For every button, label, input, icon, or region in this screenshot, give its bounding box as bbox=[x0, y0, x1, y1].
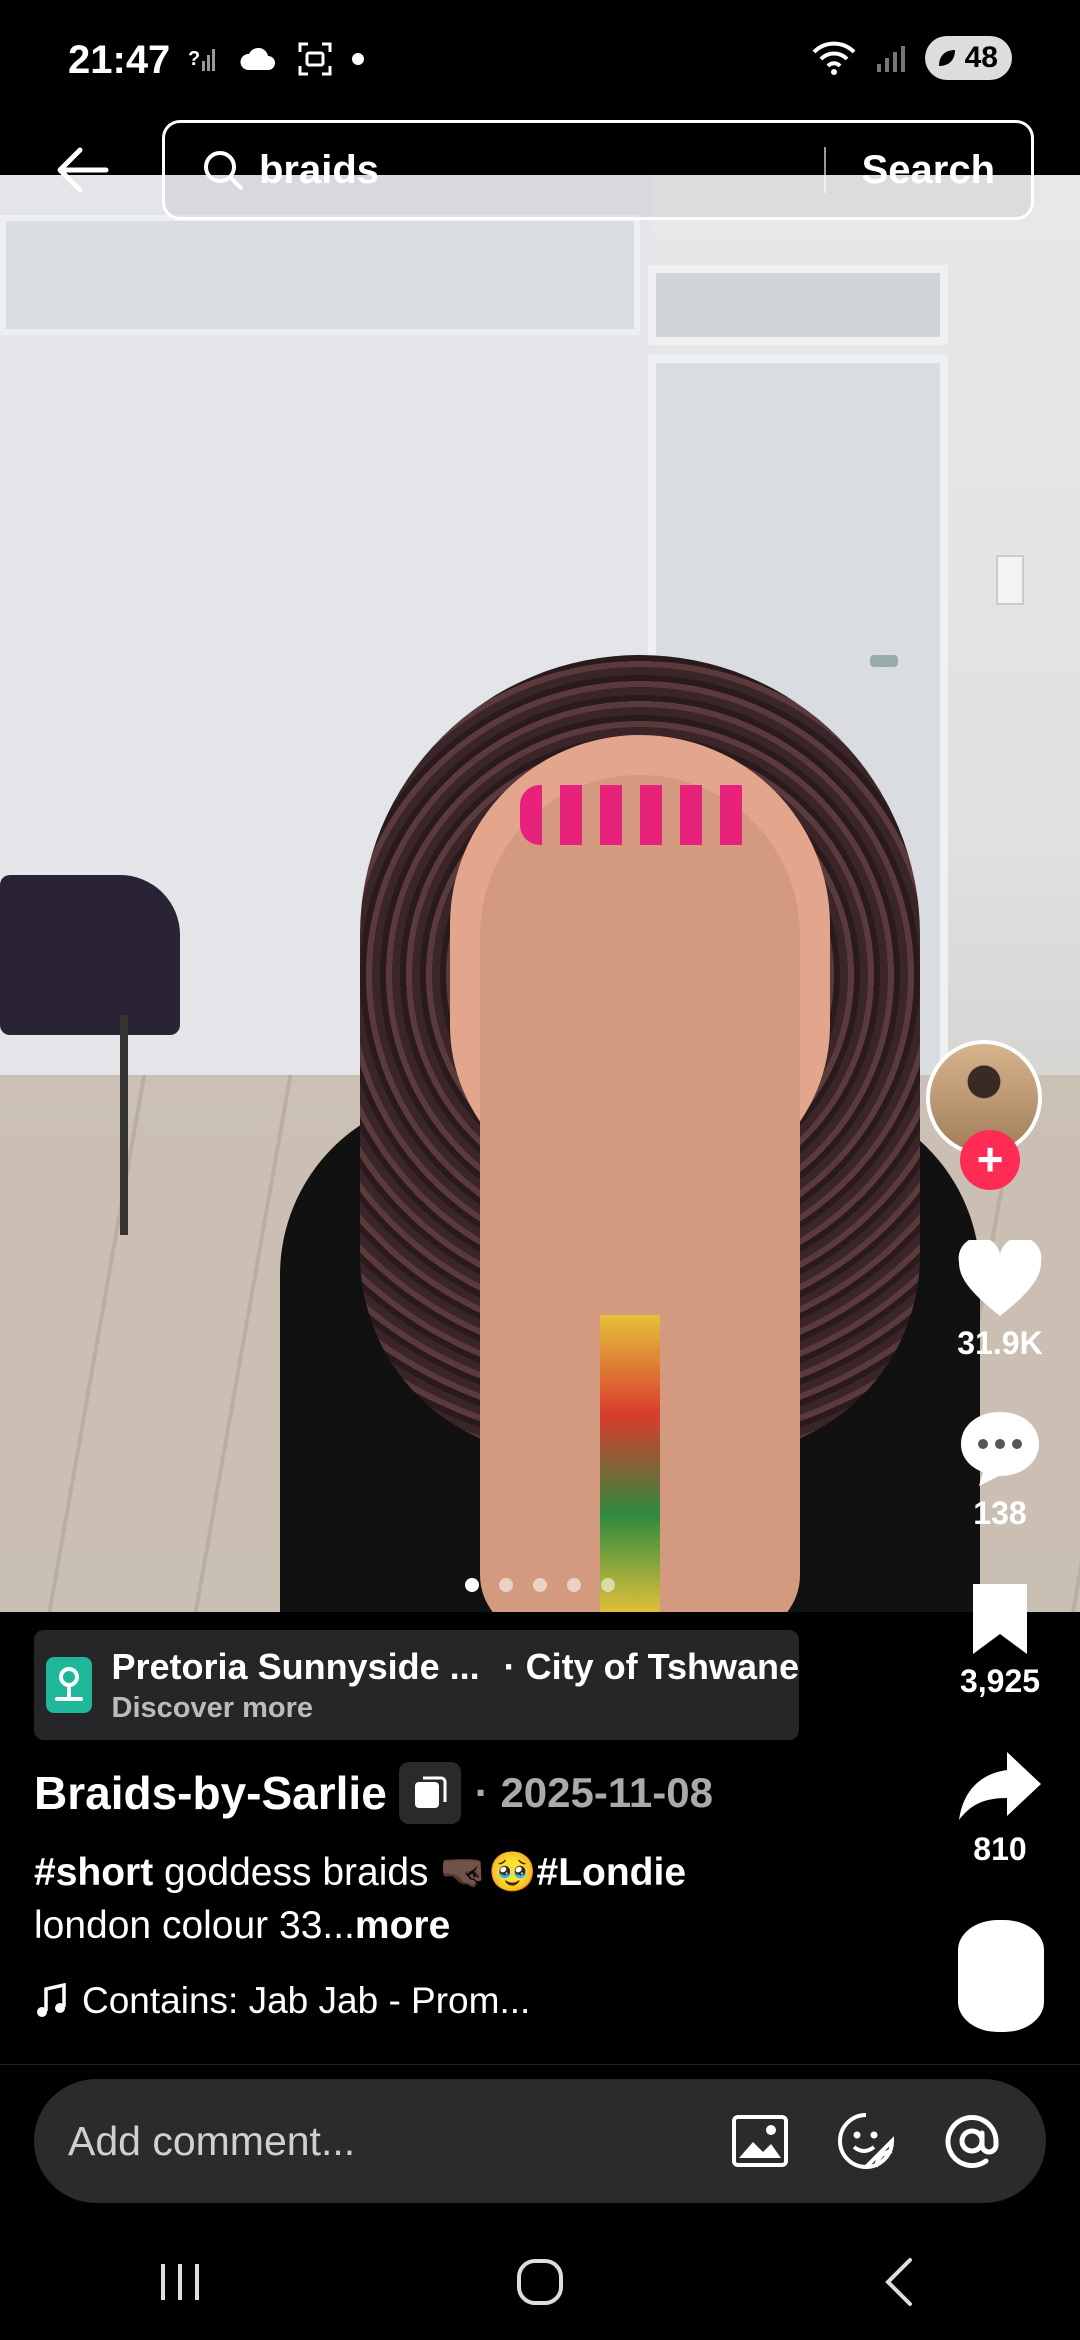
location-title: Pretoria Sunnyside ... · City of Tshwane bbox=[112, 1646, 799, 1688]
photo-nails bbox=[520, 785, 760, 845]
save-count: 3,925 bbox=[959, 1663, 1041, 1699]
comment-placeholder: Add comment... bbox=[68, 2117, 356, 2164]
photo-light-switch bbox=[996, 555, 1024, 605]
share-count: 810 bbox=[973, 1831, 1027, 1867]
status-right: 48 bbox=[811, 36, 1012, 80]
save-button[interactable]: 3,925 bbox=[920, 1580, 1080, 1700]
system-nav-bar bbox=[0, 2224, 1080, 2340]
status-time: 21:47 bbox=[68, 38, 171, 82]
stacked-photos-icon bbox=[414, 1776, 447, 1808]
music-info[interactable]: Contains: Jab Jab - Prom... bbox=[34, 1980, 530, 2022]
status-bar: 21:47 ? 48 bbox=[0, 0, 1080, 120]
location-pin-icon bbox=[46, 1657, 92, 1713]
heart-icon bbox=[958, 1237, 1042, 1316]
post-caption: #short goddess braids 🤜🏿🥹#Londie london … bbox=[34, 1846, 834, 1952]
cloud-icon bbox=[240, 47, 275, 70]
home-button[interactable] bbox=[480, 2242, 600, 2322]
chevron-left-icon bbox=[885, 2258, 912, 2306]
follow-button[interactable]: + bbox=[960, 1130, 1020, 1190]
music-title: Contains: Jab Jab - Prom... bbox=[82, 1980, 531, 2021]
caption-text: goddess braids 🤜🏿🥹 bbox=[153, 1851, 537, 1894]
caption-hashtag-short[interactable]: #short bbox=[34, 1851, 153, 1894]
caption-more-button[interactable]: more bbox=[355, 1904, 450, 1947]
location-card[interactable]: Pretoria Sunnyside ... · City of Tshwane… bbox=[34, 1630, 799, 1740]
svg-text:?: ? bbox=[188, 48, 200, 70]
comment-count: 138 bbox=[973, 1495, 1027, 1531]
like-count: 31.9K bbox=[957, 1325, 1043, 1361]
comment-bubble-icon bbox=[961, 1412, 1039, 1486]
search-icon bbox=[204, 151, 243, 190]
status-left-icons: ? bbox=[188, 40, 364, 78]
carousel-indicator bbox=[0, 1578, 1080, 1592]
like-button[interactable]: 31.9K bbox=[920, 1237, 1080, 1362]
post-info: Pretoria Sunnyside ... · City of Tshwane… bbox=[0, 1612, 1080, 2062]
share-button[interactable]: 810 bbox=[920, 1748, 1080, 1868]
carousel-dot bbox=[465, 1578, 479, 1592]
share-arrow-icon bbox=[959, 1752, 1041, 1820]
photo-door-transom bbox=[648, 265, 948, 345]
music-disc-icon[interactable] bbox=[958, 1920, 1044, 2032]
search-bar[interactable]: braids Search bbox=[162, 120, 1034, 220]
location-text: Pretoria Sunnyside ... · City of Tshwane… bbox=[112, 1646, 799, 1725]
location-pin-glyph-icon bbox=[54, 1667, 83, 1701]
post-date: · 2025-11-08 bbox=[474, 1769, 713, 1816]
author-name[interactable]: Braids-by-Sarlie bbox=[34, 1766, 387, 1820]
wifi-icon bbox=[812, 41, 856, 75]
carousel-dot bbox=[499, 1578, 513, 1592]
battery-indicator: 48 bbox=[924, 36, 1012, 80]
comment-bar: Add comment... bbox=[0, 2064, 1080, 2224]
bookmark-icon bbox=[973, 1584, 1027, 1654]
location-city: · City of Tshwane bbox=[503, 1645, 799, 1687]
battery-level: 48 bbox=[964, 41, 998, 74]
comment-input[interactable]: Add comment... bbox=[34, 2079, 1046, 2203]
mention-icon[interactable] bbox=[940, 2109, 1004, 2173]
post-photo[interactable] bbox=[0, 175, 1080, 1615]
search-input[interactable]: braids bbox=[259, 148, 824, 193]
photo-door-handle bbox=[870, 655, 898, 667]
back-button[interactable] bbox=[52, 140, 122, 200]
recent-apps-icon bbox=[161, 2264, 199, 2300]
battery-saver-icon bbox=[938, 50, 955, 66]
carousel-dot bbox=[533, 1578, 547, 1592]
author-row: Braids-by-Sarlie · 2025-11-08 bbox=[34, 1762, 713, 1824]
search-button[interactable]: Search bbox=[826, 148, 1031, 193]
arrow-left-icon bbox=[57, 147, 109, 193]
signal-question-icon: ? bbox=[188, 48, 215, 71]
home-icon bbox=[517, 2259, 563, 2305]
carousel-dot bbox=[567, 1578, 581, 1592]
screenshot-icon bbox=[298, 42, 332, 76]
image-icon[interactable] bbox=[728, 2109, 792, 2173]
photo-shirt-print bbox=[600, 1315, 660, 1615]
system-back-button[interactable] bbox=[840, 2242, 960, 2322]
notification-dot-icon bbox=[352, 53, 364, 65]
recent-apps-button[interactable] bbox=[120, 2242, 240, 2322]
location-discover-more: Discover more bbox=[111, 1691, 314, 1724]
music-note-icon bbox=[37, 1983, 66, 2017]
comment-button[interactable]: 138 bbox=[920, 1408, 1080, 1532]
photo-window bbox=[0, 215, 640, 335]
photo-chair bbox=[0, 875, 180, 1035]
sticker-icon[interactable] bbox=[834, 2109, 898, 2173]
caption-hashtag-londie[interactable]: #Londie bbox=[537, 1851, 687, 1894]
location-place: Pretoria Sunnyside ... bbox=[111, 1645, 480, 1687]
carousel-dot bbox=[601, 1578, 615, 1592]
photo-chair-leg bbox=[120, 1015, 128, 1235]
cell-signal-icon bbox=[876, 46, 905, 72]
photo-mode-badge-icon bbox=[398, 1762, 461, 1824]
caption-line-2: london colour 33... bbox=[34, 1904, 355, 1947]
